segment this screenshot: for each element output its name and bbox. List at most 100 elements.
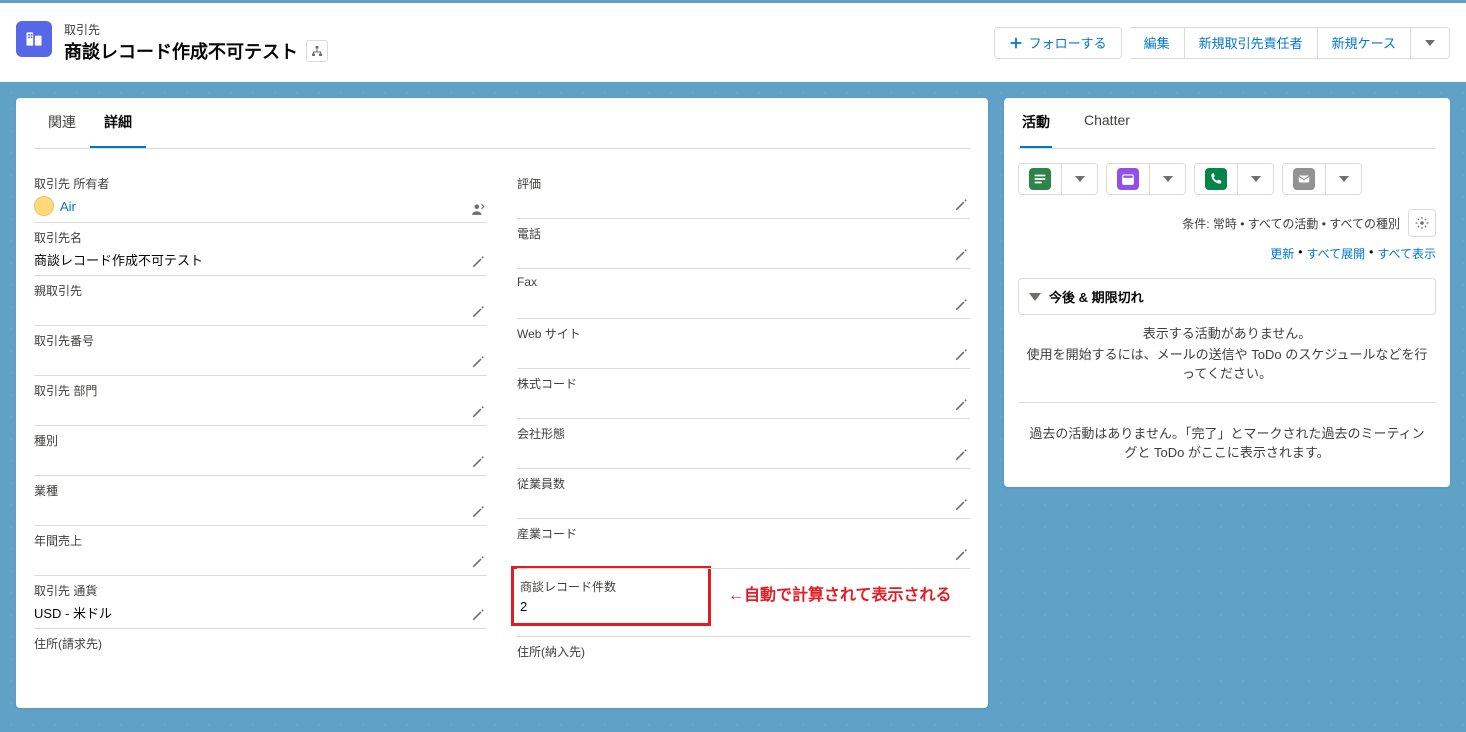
field-value <box>34 299 487 317</box>
pencil-icon[interactable] <box>471 555 485 569</box>
empty-activity-msg-2: 使用を開始するには、メールの送信や ToDo のスケジュールなどを行ってください… <box>1018 344 1436 388</box>
pencil-icon[interactable] <box>954 398 968 412</box>
field-value: 商談レコード作成不可テスト <box>34 246 487 269</box>
field-sic: 産業コード <box>517 519 970 569</box>
field-label: Fax <box>517 275 970 289</box>
pencil-icon[interactable] <box>471 505 485 519</box>
pencil-icon[interactable] <box>471 405 485 419</box>
field-billing-addr: 住所(請求先) <box>34 629 487 679</box>
change-owner-icon[interactable] <box>471 202 485 216</box>
field-value <box>517 660 970 678</box>
field-parent: 親取引先 <box>34 276 487 326</box>
callout-annotation: ←自動で計算されて表示される <box>728 581 952 605</box>
pencil-icon[interactable] <box>471 355 485 369</box>
pencil-icon[interactable] <box>954 348 968 362</box>
field-fax: Fax <box>517 269 970 319</box>
field-value <box>34 652 487 670</box>
accordion-header[interactable]: 今後 & 期限切れ <box>1019 279 1435 314</box>
pencil-icon[interactable] <box>954 498 968 512</box>
field-value <box>517 342 970 360</box>
new-case-button[interactable]: 新規ケース <box>1318 27 1411 59</box>
pencil-icon[interactable] <box>954 298 968 312</box>
field-value <box>517 392 970 410</box>
field-phone: 電話 <box>517 219 970 269</box>
tab-detail[interactable]: 詳細 <box>90 98 146 148</box>
field-currency: 取引先 通貨 USD - 米ドル <box>34 576 487 629</box>
new-task-button[interactable] <box>1018 163 1062 195</box>
field-value: 2 <box>520 595 705 614</box>
header-actions: フォローする 編集 新規取引先責任者 新規ケース <box>994 27 1450 59</box>
tab-related[interactable]: 関連 <box>34 98 90 148</box>
gear-icon[interactable] <box>1408 209 1436 237</box>
log-call-button[interactable] <box>1194 163 1238 195</box>
upcoming-section: 今後 & 期限切れ <box>1018 278 1436 315</box>
empty-activity-msg-1: 表示する活動がありません。 <box>1018 315 1436 344</box>
field-label: 住所(納入先) <box>517 643 970 660</box>
refresh-link[interactable]: 更新 <box>1270 245 1294 262</box>
field-account-name: 取引先名 商談レコード作成不可テスト <box>34 223 487 276</box>
new-contact-button[interactable]: 新規取引先責任者 <box>1185 27 1318 59</box>
new-event-button[interactable] <box>1106 163 1150 195</box>
field-value <box>34 399 487 417</box>
field-value <box>517 542 970 560</box>
detail-card: 関連 詳細 取引先 所有者 Air 取引先名 商談レコード作 <box>16 98 988 708</box>
field-value <box>517 192 970 210</box>
record-identity: 取引先 商談レコード作成不可テスト <box>16 21 328 64</box>
field-label: 業種 <box>34 482 487 499</box>
tab-chatter[interactable]: Chatter <box>1082 98 1132 148</box>
field-industry: 業種 <box>34 476 487 526</box>
object-label: 取引先 <box>64 21 328 38</box>
field-label: 株式コード <box>517 375 970 392</box>
new-task-dd[interactable] <box>1062 163 1098 195</box>
field-dept: 取引先 部門 <box>34 376 487 426</box>
send-email-button[interactable] <box>1282 163 1326 195</box>
side-tabs: 活動 Chatter <box>1018 98 1436 149</box>
more-actions-button[interactable] <box>1411 27 1450 59</box>
pencil-icon[interactable] <box>954 248 968 262</box>
edit-button[interactable]: 編集 <box>1130 27 1185 59</box>
follow-button[interactable]: フォローする <box>994 27 1122 59</box>
pencil-icon[interactable] <box>471 305 485 319</box>
field-label: 取引先 通貨 <box>34 582 487 599</box>
send-email-dd[interactable] <box>1326 163 1362 195</box>
account-entity-icon <box>16 21 52 57</box>
field-value <box>34 349 487 367</box>
field-value <box>517 289 970 307</box>
pencil-icon[interactable] <box>471 255 485 269</box>
new-event-dd[interactable] <box>1150 163 1186 195</box>
log-call-dd[interactable] <box>1238 163 1274 195</box>
field-label: 従業員数 <box>517 475 970 492</box>
activity-panel: 活動 Chatter 条件: 常時 • すべての活動 • すべての種別 <box>1004 98 1450 487</box>
pencil-icon[interactable] <box>954 548 968 562</box>
field-value <box>517 492 970 510</box>
field-label: 産業コード <box>517 525 970 542</box>
chevron-down-icon <box>1029 293 1041 301</box>
field-type: 種別 <box>34 426 487 476</box>
pencil-icon[interactable] <box>954 448 968 462</box>
past-activity-msg: 過去の活動はありません。「完了」とマークされた過去のミーティングと ToDo が… <box>1018 403 1436 467</box>
activity-action-row <box>1018 163 1436 195</box>
show-all-link[interactable]: すべて表示 <box>1377 245 1436 262</box>
tab-activity[interactable]: 活動 <box>1020 98 1052 148</box>
pencil-icon[interactable] <box>471 455 485 469</box>
activity-filter: 条件: 常時 • すべての活動 • すべての種別 <box>1018 209 1436 237</box>
field-value: USD - 米ドル <box>34 599 487 622</box>
field-label: 取引先番号 <box>34 332 487 349</box>
hierarchy-icon[interactable] <box>306 40 328 62</box>
field-label: 年間売上 <box>34 532 487 549</box>
record-header: 取引先 商談レコード作成不可テスト フォローする 編集 新規取引先責任者 新規ケ… <box>0 3 1466 82</box>
pencil-icon[interactable] <box>471 608 485 622</box>
owner-link[interactable]: Air <box>60 199 76 214</box>
pencil-icon[interactable] <box>954 198 968 212</box>
activity-links: 更新• すべて展開• すべて表示 <box>1018 245 1436 262</box>
field-label: Web サイト <box>517 325 970 342</box>
field-label: 取引先名 <box>34 229 487 246</box>
field-label: 電話 <box>517 225 970 242</box>
record-title-text: 商談レコード作成不可テスト <box>64 38 298 64</box>
owner-avatar-icon <box>34 196 54 216</box>
field-value <box>34 549 487 567</box>
expand-all-link[interactable]: すべて展開 <box>1306 245 1365 262</box>
field-value <box>34 449 487 467</box>
field-employees: 従業員数 <box>517 469 970 519</box>
field-number: 取引先番号 <box>34 326 487 376</box>
